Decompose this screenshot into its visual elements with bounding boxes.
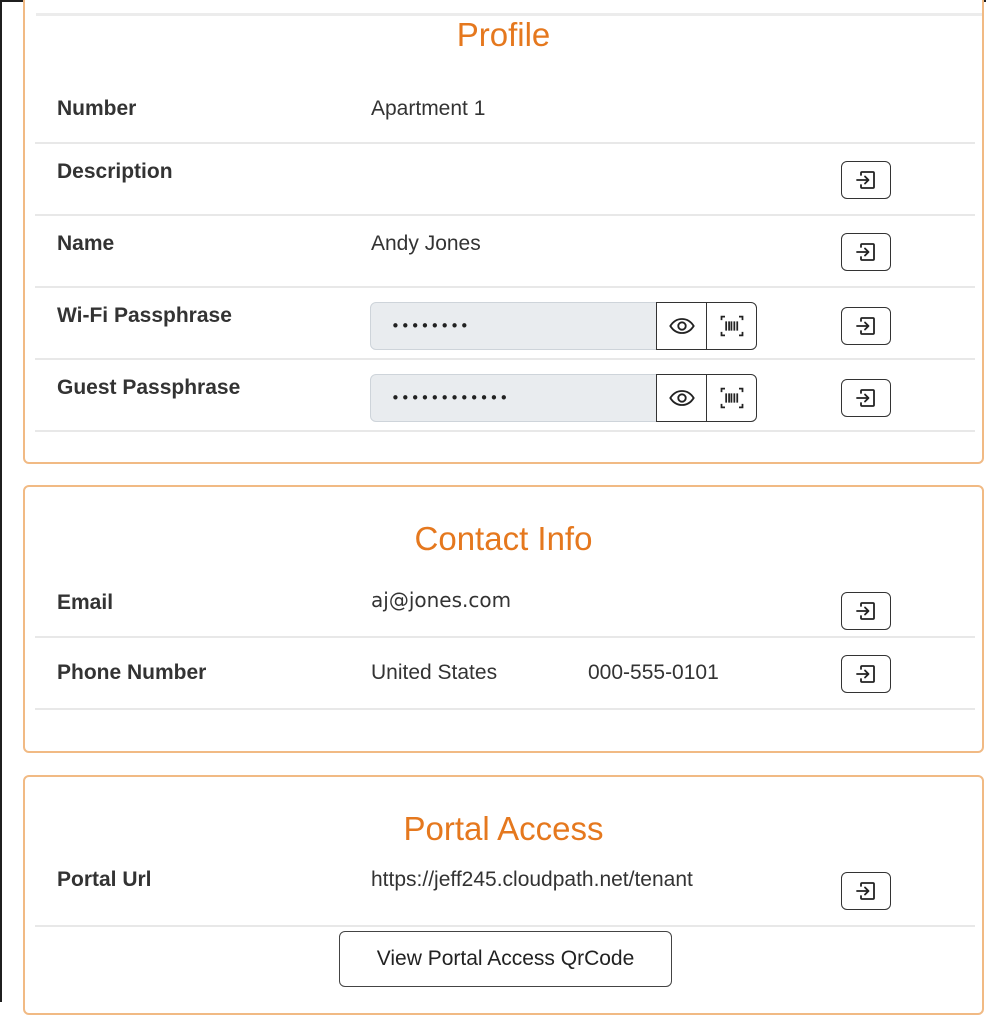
sign-in-icon (856, 171, 875, 189)
edit-description-button[interactable] (841, 161, 891, 199)
phone-label: Phone Number (57, 661, 207, 684)
portal-url-label: Portal Url (57, 868, 152, 891)
number-value: Apartment 1 (371, 97, 486, 120)
window-border-left (0, 0, 2, 1002)
wifi-passphrase-row: Wi-Fi Passphrase (35, 288, 975, 360)
guest-passphrase-row: Guest Passphrase (35, 360, 975, 432)
contact-info-card: Contact Info Email aj@jones.com Phone Nu… (23, 485, 984, 753)
edit-phone-button[interactable] (841, 655, 891, 693)
wifi-passphrase-label: Wi-Fi Passphrase (57, 304, 232, 327)
sign-in-icon (856, 389, 875, 407)
portal-url-value[interactable]: https://jeff245.cloudpath.net/tenant (371, 868, 693, 892)
wifi-passphrase-group (370, 302, 760, 350)
guest-passphrase-field[interactable] (370, 374, 657, 422)
number-label: Number (57, 97, 137, 120)
view-portal-qr-code-button[interactable]: View Portal Access QrCode (339, 931, 672, 987)
top-divider (36, 13, 982, 16)
name-value: Andy Jones (371, 232, 481, 255)
edit-name-button[interactable] (841, 233, 891, 271)
phone-country: United States (371, 661, 498, 684)
guest-passphrase-group (370, 374, 760, 422)
edit-email-button[interactable] (841, 592, 891, 630)
profile-card: Profile Number Apartment 1 Description N… (23, 0, 984, 464)
portal-access-card: Portal Access Portal Url https://jeff245… (23, 775, 984, 1015)
sign-in-icon (856, 602, 875, 620)
row-divider (35, 925, 975, 927)
sign-in-icon (856, 665, 875, 683)
row-divider (35, 708, 975, 710)
sign-in-icon (856, 243, 875, 261)
portal-url-row: Portal Url https://jeff245.cloudpath.net… (35, 855, 975, 927)
row-divider (35, 430, 975, 432)
number-row: Number Apartment 1 (35, 72, 975, 144)
email-value: aj@jones.com (371, 588, 512, 612)
phone-number: 000-555-0101 (588, 661, 719, 684)
name-label: Name (57, 232, 115, 255)
barcode-scan-icon (720, 387, 743, 409)
eye-icon (668, 390, 695, 406)
sign-in-icon (856, 882, 875, 900)
phone-row: Phone Number United States 000-555-0101 (35, 638, 975, 710)
profile-title: Profile (456, 16, 551, 53)
edit-wifi-passphrase-button[interactable] (841, 307, 891, 345)
wifi-passphrase-field[interactable] (370, 302, 657, 350)
description-row: Description (35, 144, 975, 216)
description-label: Description (57, 160, 173, 183)
email-row: Email aj@jones.com (35, 566, 975, 638)
email-label: Email (57, 591, 114, 614)
portal-access-title: Portal Access (403, 810, 604, 847)
barcode-scan-icon (720, 315, 743, 337)
edit-guest-passphrase-button[interactable] (841, 379, 891, 417)
wifi-qr-code-button[interactable] (706, 302, 757, 350)
name-row: Name Andy Jones (35, 216, 975, 288)
guest-qr-code-button[interactable] (706, 374, 757, 422)
guest-passphrase-label: Guest Passphrase (57, 376, 241, 399)
edit-portal-url-button[interactable] (841, 872, 891, 910)
contact-info-title: Contact Info (414, 520, 593, 557)
show-guest-passphrase-button[interactable] (656, 374, 707, 422)
show-wifi-passphrase-button[interactable] (656, 302, 707, 350)
sign-in-icon (856, 317, 875, 335)
eye-icon (668, 318, 695, 334)
